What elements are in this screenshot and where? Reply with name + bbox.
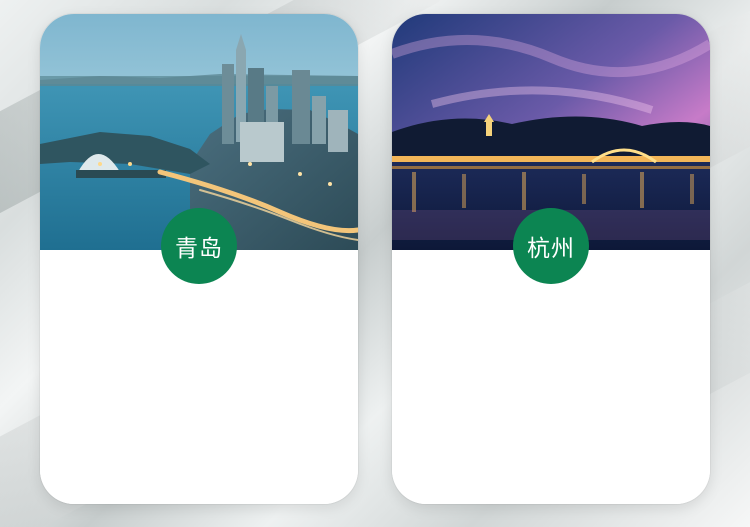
city-name-label: 杭州	[527, 236, 575, 262]
page-background: 青岛 杭州	[0, 0, 750, 527]
city-name-badge-hangzhou[interactable]: 杭州	[513, 208, 589, 284]
card-body	[392, 250, 710, 504]
city-name-badge-qingdao[interactable]: 青岛	[161, 208, 237, 284]
city-card-hangzhou[interactable]: 杭州	[392, 14, 710, 504]
card-body	[40, 250, 358, 504]
city-card-qingdao[interactable]: 青岛	[40, 14, 358, 504]
city-name-label: 青岛	[175, 236, 223, 262]
